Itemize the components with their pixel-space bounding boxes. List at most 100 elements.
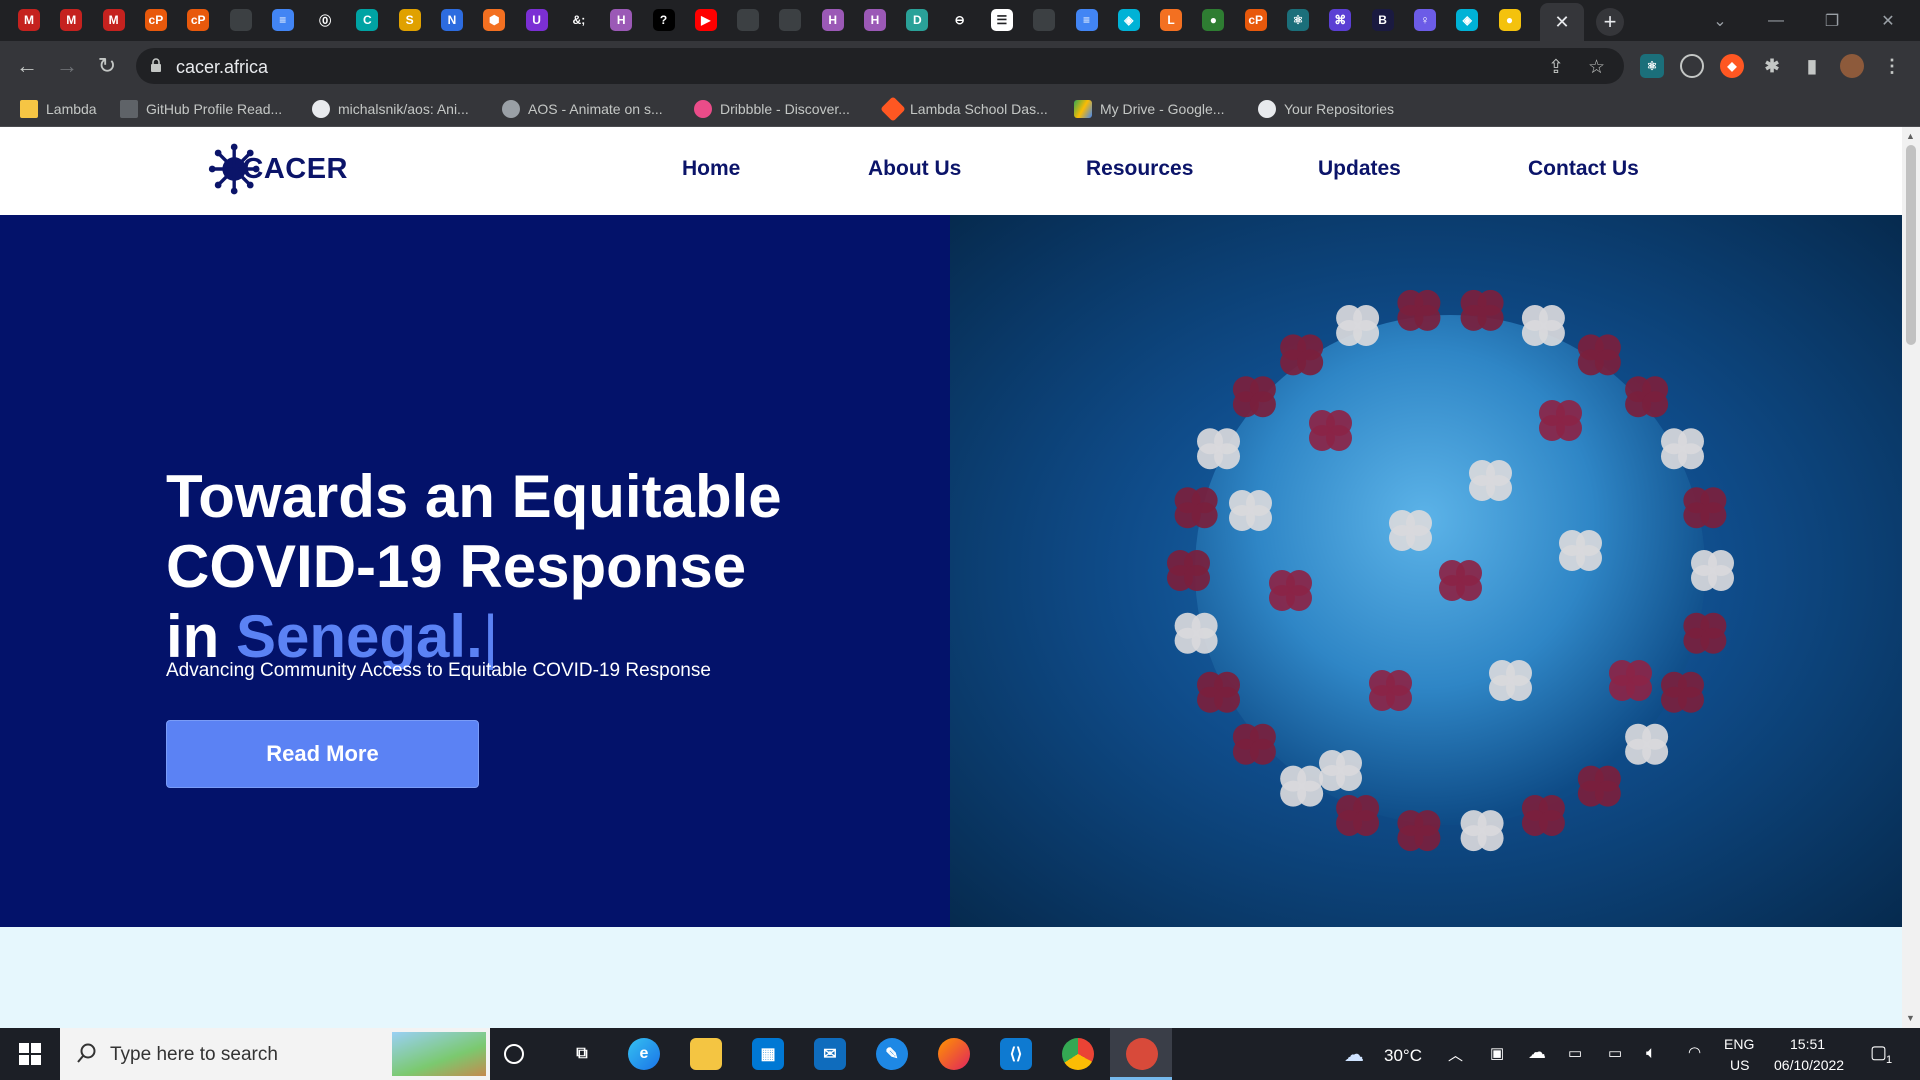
- forward-button[interactable]: →: [50, 49, 84, 83]
- browser-tab[interactable]: ⌘: [1329, 9, 1352, 31]
- extension-react-icon[interactable]: ⚛: [1640, 54, 1664, 78]
- store-icon[interactable]: ▦: [752, 1038, 784, 1070]
- edge-icon[interactable]: e: [628, 1038, 660, 1070]
- nav-about-us[interactable]: About Us: [868, 157, 961, 181]
- extension-lambda-icon[interactable]: ◆: [1720, 54, 1744, 78]
- browser-tab[interactable]: ≡: [271, 9, 294, 31]
- browser-tab[interactable]: N: [441, 9, 463, 31]
- task-view-icon[interactable]: ⧉: [566, 1038, 598, 1070]
- browser-tab[interactable]: cP: [187, 9, 210, 31]
- browser-menu-icon[interactable]: ⋮: [1880, 54, 1904, 78]
- browser-tab[interactable]: [779, 9, 802, 31]
- browser-tab[interactable]: ≡: [1075, 9, 1098, 31]
- app-icon[interactable]: ✎: [876, 1038, 908, 1070]
- mail-icon[interactable]: ✉: [814, 1038, 846, 1070]
- browser-tab[interactable]: U: [525, 9, 548, 31]
- new-tab-button[interactable]: +: [1596, 8, 1624, 36]
- bookmark-star-icon[interactable]: ☆: [1588, 56, 1605, 79]
- close-window-button[interactable]: ✕: [1860, 0, 1916, 41]
- browser-tab[interactable]: ●: [1202, 9, 1225, 31]
- read-more-button[interactable]: Read More: [166, 720, 479, 788]
- bookmark-item[interactable]: Lambda: [20, 99, 97, 119]
- browser-tab[interactable]: ⊖: [948, 9, 971, 31]
- browser-tab[interactable]: ▶: [694, 9, 717, 31]
- browser-tab[interactable]: C: [356, 9, 379, 31]
- bookmark-item[interactable]: GitHub Profile Read...: [120, 99, 282, 119]
- language-indicator[interactable]: ENG: [1724, 1036, 1754, 1052]
- extension-circle-icon[interactable]: [1680, 54, 1704, 78]
- browser-tab[interactable]: cP: [1244, 9, 1267, 31]
- browser-tab[interactable]: S: [398, 9, 421, 31]
- volume-icon[interactable]: 🔈︎: [1646, 1043, 1656, 1063]
- extensions-puzzle-icon[interactable]: ✱: [1760, 54, 1784, 78]
- browser-tab[interactable]: ⚛: [1287, 9, 1309, 31]
- browser-tab[interactable]: L: [1160, 9, 1183, 31]
- browser-tab[interactable]: B: [1371, 9, 1394, 31]
- browser-tab[interactable]: ⬢: [483, 9, 506, 31]
- browser-tab[interactable]: &;: [567, 9, 590, 31]
- notifications-icon[interactable]: ▢: [1870, 1042, 1887, 1063]
- wifi-icon[interactable]: ◠: [1688, 1043, 1701, 1061]
- bookmark-item[interactable]: Lambda School Das...: [880, 96, 1048, 122]
- clock-date[interactable]: 06/10/2022: [1774, 1057, 1844, 1073]
- meet-now-icon[interactable]: ▣: [1490, 1044, 1504, 1062]
- address-bar[interactable]: cacer.africa ⇪ ☆: [136, 48, 1624, 84]
- taskbar-search-box[interactable]: Type here to search: [60, 1028, 490, 1080]
- firefox-icon[interactable]: [938, 1038, 970, 1070]
- bookmark-item[interactable]: Dribbble - Discover...: [694, 99, 850, 119]
- nav-home[interactable]: Home: [682, 157, 740, 181]
- browser-tab[interactable]: M: [102, 9, 125, 31]
- nav-contact-us[interactable]: Contact Us: [1528, 157, 1639, 181]
- back-button[interactable]: ←: [10, 49, 44, 83]
- weather-temp[interactable]: 30°C: [1384, 1046, 1422, 1066]
- browser-tab[interactable]: D: [906, 9, 929, 31]
- bookmark-item[interactable]: michalsnik/aos: Ani...: [312, 99, 469, 119]
- browser-tab[interactable]: [737, 9, 760, 31]
- active-app-slot[interactable]: [1110, 1028, 1172, 1080]
- bookmark-item[interactable]: Your Repositories: [1258, 99, 1394, 119]
- browser-tab[interactable]: ●: [1498, 9, 1521, 31]
- browser-tab[interactable]: M: [18, 9, 40, 31]
- nav-resources[interactable]: Resources: [1086, 157, 1193, 181]
- display-icon[interactable]: ▭: [1568, 1044, 1582, 1062]
- vscode-icon[interactable]: ⟨⟩: [1000, 1038, 1032, 1070]
- start-button[interactable]: [0, 1028, 60, 1080]
- browser-tab[interactable]: [1033, 9, 1056, 31]
- browser-tab[interactable]: ♀: [1413, 9, 1436, 31]
- browser-tab[interactable]: [229, 9, 252, 31]
- browser-tab[interactable]: cP: [144, 9, 167, 31]
- profile-avatar[interactable]: [1840, 54, 1864, 78]
- browser-tab[interactable]: ◈: [1117, 9, 1140, 31]
- cortana-icon[interactable]: [504, 1044, 524, 1064]
- browser-tab[interactable]: ?: [652, 9, 675, 31]
- battery-icon[interactable]: ▭: [1608, 1044, 1622, 1062]
- scrollbar-thumb[interactable]: [1906, 145, 1916, 345]
- bookmark-item[interactable]: AOS - Animate on s...: [502, 99, 663, 119]
- page-scrollbar[interactable]: ▲ ▼: [1902, 127, 1920, 1028]
- browser-tab[interactable]: H: [864, 9, 886, 31]
- browser-tab[interactable]: ◈: [1456, 9, 1479, 31]
- nav-updates[interactable]: Updates: [1318, 157, 1401, 181]
- minimize-button[interactable]: —: [1748, 0, 1804, 41]
- share-icon[interactable]: ⇪: [1548, 56, 1564, 79]
- bookmark-item[interactable]: My Drive - Google...: [1074, 99, 1224, 119]
- site-logo[interactable]: CACER: [208, 137, 348, 201]
- active-tab-close-button[interactable]: ✕: [1540, 3, 1584, 41]
- browser-tab[interactable]: ⓪: [314, 9, 337, 31]
- restore-button[interactable]: ❐: [1804, 0, 1860, 41]
- next-section: [0, 927, 1902, 1028]
- tab-search-icon[interactable]: ⌄: [1692, 0, 1748, 41]
- browser-tab[interactable]: M: [60, 9, 83, 31]
- browser-tab[interactable]: H: [821, 9, 844, 31]
- tray-chevron-icon[interactable]: ︿: [1448, 1044, 1463, 1065]
- region-indicator[interactable]: US: [1730, 1057, 1749, 1073]
- browser-tab[interactable]: H: [610, 9, 633, 31]
- clock-time[interactable]: 15:51: [1790, 1036, 1825, 1052]
- reload-button[interactable]: ↻: [90, 49, 124, 83]
- browser-tab[interactable]: ☰: [990, 9, 1013, 31]
- weather-cloud-icon[interactable]: ☁: [1344, 1042, 1364, 1067]
- side-panel-icon[interactable]: ▮: [1800, 54, 1824, 78]
- onedrive-icon[interactable]: ☁: [1528, 1042, 1546, 1063]
- chrome-icon[interactable]: [1062, 1038, 1094, 1070]
- file-explorer-icon[interactable]: [690, 1038, 722, 1070]
